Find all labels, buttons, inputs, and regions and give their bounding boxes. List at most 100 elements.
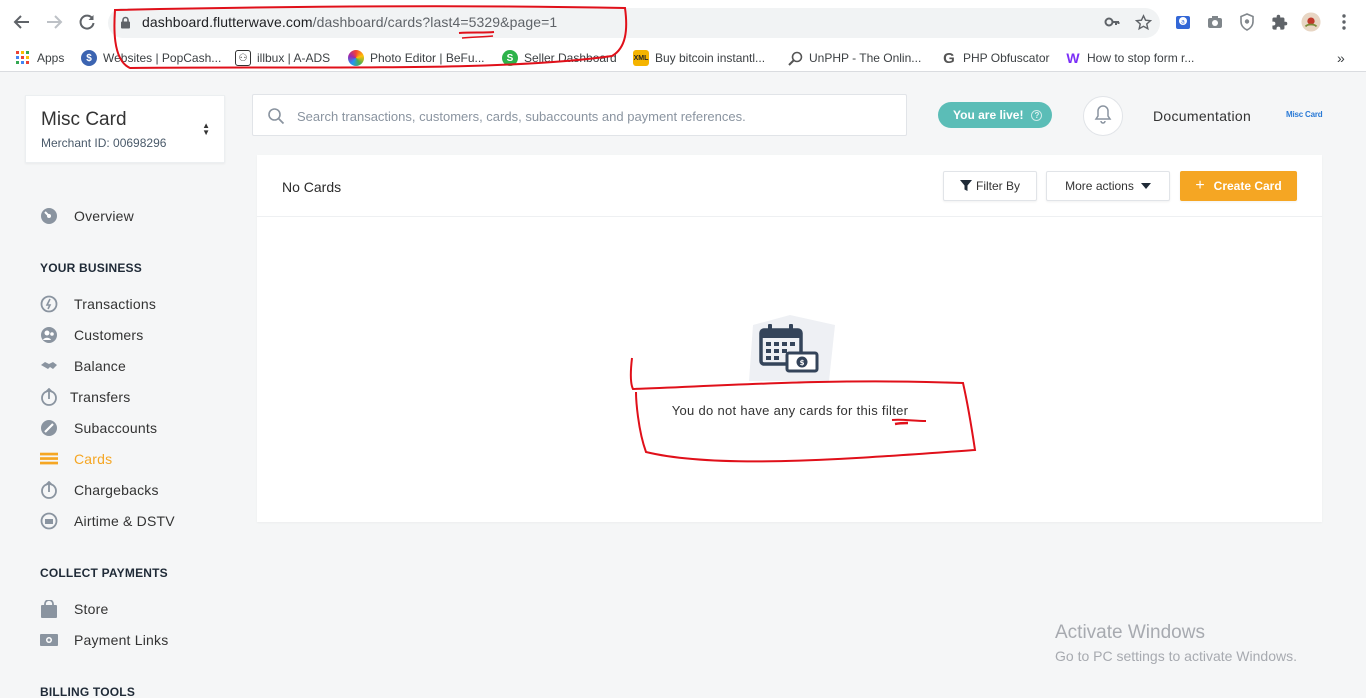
- bookmark-apps[interactable]: Apps: [15, 48, 64, 68]
- more-bookmarks-chevron[interactable]: »: [1337, 48, 1345, 68]
- star-icon[interactable]: [1134, 14, 1153, 36]
- sidebar-item-overview[interactable]: Overview: [40, 205, 134, 227]
- section-collect-payments: COLLECT PAYMENTS: [40, 566, 168, 580]
- bookmark-label: Photo Editor | BeFu...: [370, 51, 485, 65]
- bookmark-bitcoin[interactable]: XML Buy bitcoin instantl...: [633, 48, 765, 68]
- sidebar-item-cards[interactable]: Cards: [40, 448, 112, 470]
- address-bar[interactable]: dashboard.flutterwave.com/dashboard/card…: [108, 8, 1160, 38]
- kebab-menu-icon[interactable]: [1334, 12, 1354, 32]
- sidebar-item-label: Payment Links: [74, 632, 169, 648]
- sidebar-item-transactions[interactable]: Transactions: [40, 293, 156, 315]
- notifications-button[interactable]: [1083, 96, 1123, 136]
- key-icon[interactable]: [1104, 14, 1120, 35]
- documentation-link[interactable]: Documentation: [1153, 108, 1251, 124]
- more-actions-label: More actions: [1065, 179, 1134, 193]
- more-bookmarks-label: »: [1337, 50, 1345, 66]
- bell-icon: [1094, 104, 1112, 129]
- bookmark-aads[interactable]: ⚇ illbux | A-ADS: [235, 48, 330, 68]
- shield-icon[interactable]: [1237, 12, 1257, 32]
- filter-by-label: Filter By: [975, 179, 1020, 193]
- extension-badge-icon[interactable]: a: [1173, 12, 1193, 32]
- filter-by-button[interactable]: Filter By: [943, 171, 1037, 201]
- bookmark-seller[interactable]: S Seller Dashboard: [502, 48, 617, 68]
- back-arrow-icon[interactable]: [10, 10, 34, 34]
- live-status-badge[interactable]: You are live! ?: [938, 102, 1052, 128]
- bookmark-befunky[interactable]: Photo Editor | BeFu...: [348, 48, 485, 68]
- search-icon: [267, 107, 285, 130]
- merchant-switcher[interactable]: Misc Card Merchant ID: 00698296 ▲ ▼: [25, 95, 225, 163]
- cards-panel: No Cards Filter By More actions + Create…: [257, 155, 1322, 522]
- activate-windows-title: Activate Windows: [1055, 622, 1205, 643]
- sidebar-item-label: Cards: [74, 451, 113, 467]
- lock-icon: [120, 16, 131, 34]
- forward-arrow-icon[interactable]: [42, 10, 66, 34]
- magnifier-icon: [787, 50, 803, 66]
- befunky-icon: [348, 50, 364, 66]
- funnel-icon: [959, 180, 972, 192]
- bookmark-obfuscator[interactable]: G PHP Obfuscator: [941, 48, 1049, 68]
- overview-icon: [40, 207, 58, 225]
- sidebar-item-label: Chargebacks: [74, 482, 159, 498]
- section-your-business: YOUR BUSINESS: [40, 261, 142, 275]
- panel-header: No Cards Filter By More actions + Create…: [257, 155, 1322, 217]
- card-icon: [40, 450, 58, 468]
- svg-text:a: a: [1181, 19, 1185, 26]
- url-text: dashboard.flutterwave.com/dashboard/card…: [142, 14, 558, 30]
- sidebar-item-label: Airtime & DSTV: [74, 513, 175, 529]
- sidebar-item-label: Transactions: [74, 296, 157, 312]
- bookmark-label: Buy bitcoin instantl...: [655, 51, 766, 65]
- handshake-icon: [40, 357, 58, 375]
- sidebar-item-label: Store: [74, 601, 109, 617]
- bookmark-label: Websites | PopCash...: [103, 51, 222, 65]
- empty-calendar-icon: $: [743, 315, 837, 388]
- sidebar-item-subaccounts[interactable]: Subaccounts: [40, 417, 157, 439]
- sidebar-item-customers[interactable]: Customers: [40, 324, 143, 346]
- puzzle-icon[interactable]: [1269, 12, 1289, 32]
- sidebar-item-payment-links[interactable]: Payment Links: [40, 629, 168, 651]
- subaccounts-icon: [40, 419, 58, 437]
- avatar[interactable]: [1301, 12, 1321, 32]
- svg-text:$: $: [800, 359, 805, 367]
- shopping-bag-icon: [40, 600, 58, 618]
- bookmark-label: Apps: [37, 51, 65, 65]
- merchant-name: Misc Card: [41, 109, 127, 130]
- empty-state-message: You do not have any cards for this filte…: [671, 403, 909, 418]
- section-billing-tools: BILLING TOOLS: [40, 685, 136, 698]
- w-icon: W: [1066, 50, 1080, 66]
- more-actions-button[interactable]: More actions: [1046, 171, 1170, 201]
- customers-icon: [40, 326, 58, 344]
- plus-icon: +: [1195, 177, 1205, 194]
- page-title: No Cards: [282, 179, 342, 195]
- bookmark-stop-form[interactable]: W How to stop form r...: [1065, 48, 1194, 68]
- help-icon: ?: [1031, 109, 1043, 121]
- search-input[interactable]: [297, 105, 877, 127]
- sidebar-item-label: Subaccounts: [74, 420, 158, 436]
- transactions-icon: [40, 295, 58, 313]
- bookmark-label: illbux | A-ADS: [257, 51, 331, 65]
- xml-icon: XML: [633, 50, 649, 66]
- transfers-icon: [40, 388, 58, 406]
- merchant-id: Merchant ID: 00698296: [41, 136, 167, 150]
- activate-windows-subtitle: Go to PC settings to activate Windows.: [1055, 648, 1297, 664]
- sidebar-item-transfers[interactable]: Transfers: [40, 386, 130, 408]
- airtime-icon: [40, 512, 58, 530]
- g-icon: G: [943, 49, 955, 67]
- sidebar-item-store[interactable]: Store: [40, 598, 108, 620]
- sidebar-item-label: Overview: [74, 208, 134, 224]
- bookmark-label: UnPHP - The Onlin...: [809, 51, 922, 65]
- payment-link-icon: [40, 631, 58, 649]
- camera-icon[interactable]: [1205, 12, 1225, 32]
- bookmark-unphp[interactable]: UnPHP - The Onlin...: [787, 48, 921, 68]
- reload-icon[interactable]: [75, 10, 99, 34]
- sidebar-item-label: Customers: [74, 327, 144, 343]
- sidebar-item-balance[interactable]: Balance: [40, 355, 126, 377]
- global-search: [252, 94, 907, 136]
- create-card-button[interactable]: + Create Card: [1180, 171, 1297, 201]
- live-status-label: You are live!: [953, 108, 1024, 122]
- sidebar-item-airtime[interactable]: Airtime & DSTV: [40, 510, 175, 532]
- sidebar-item-chargebacks[interactable]: Chargebacks: [40, 479, 159, 501]
- updown-chevron-icon: ▲ ▼: [202, 121, 210, 137]
- browser-toolbar: dashboard.flutterwave.com/dashboard/card…: [0, 0, 1366, 44]
- bookmark-popcash[interactable]: $ Websites | PopCash...: [81, 48, 221, 68]
- bookmark-label: How to stop form r...: [1087, 51, 1195, 65]
